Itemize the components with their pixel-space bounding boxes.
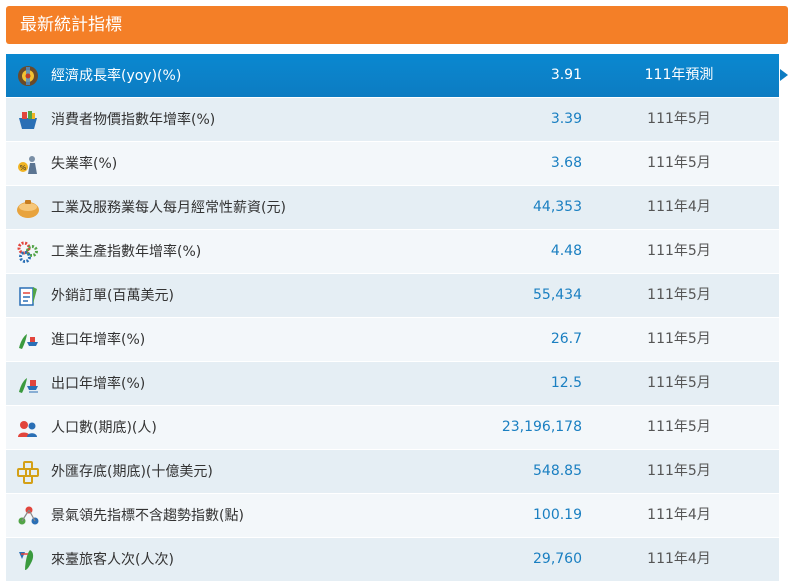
indicator-row-gdp-growth[interactable]: 經濟成長率(yoy)(%) 3.91 111年預測 (6, 54, 788, 98)
indicator-period: 111年5月 (647, 419, 711, 435)
indicator-value: 548.85 (533, 463, 582, 479)
indicator-period: 111年5月 (647, 331, 711, 347)
panel-header: 最新統計指標 (6, 6, 788, 44)
indicator-name: 外匯存底(期底)(十億美元) (51, 464, 213, 480)
indicator-row-unemployment[interactable]: % 失業率(%) 3.68 111年5月 (6, 142, 779, 186)
indicator-row-import-growth[interactable]: 進口年增率(%) 26.7 111年5月 (6, 318, 779, 362)
indicator-period: 111年5月 (647, 155, 711, 171)
shopping-basket-icon (16, 108, 40, 132)
indicator-period: 111年4月 (647, 551, 711, 567)
indicator-row-cpi[interactable]: 消費者物價指數年增率(%) 3.39 111年5月 (6, 98, 779, 142)
indicator-name: 進口年增率(%) (51, 332, 146, 348)
indicator-row-industrial-production[interactable]: 工業生產指數年增率(%) 4.48 111年5月 (6, 230, 779, 274)
indicator-name: 出口年增率(%) (51, 376, 146, 392)
indicator-row-fx-reserves[interactable]: 外匯存底(期底)(十億美元) 548.85 111年5月 (6, 450, 779, 494)
indicator-name: 來臺旅客人次(人次) (51, 552, 174, 568)
indicator-name: 人口數(期底)(人) (51, 420, 157, 436)
indicator-value: 29,760 (533, 551, 582, 567)
indicator-name: 工業及服務業每人每月經常性薪資(元) (51, 200, 286, 216)
indicator-row-wages[interactable]: 工業及服務業每人每月經常性薪資(元) 44,353 111年4月 (6, 186, 779, 230)
population-icon (16, 416, 40, 440)
indicator-value: 12.5 (550, 375, 582, 391)
indicator-period: 111年5月 (647, 243, 711, 259)
indicator-row-visitors[interactable]: 來臺旅客人次(人次) 29,760 111年4月 (6, 538, 779, 582)
import-ship-icon (16, 328, 40, 352)
gears-icon (16, 240, 40, 264)
indicator-name: 工業生產指數年增率(%) (51, 244, 202, 260)
indicator-value: 23,196,178 (501, 419, 582, 435)
indicator-row-population[interactable]: 人口數(期底)(人) 23,196,178 111年5月 (6, 406, 779, 450)
indicator-period: 111年5月 (647, 111, 711, 127)
indicator-row-leading-index[interactable]: 景氣領先指標不含趨勢指數(點) 100.19 111年4月 (6, 494, 779, 538)
indicator-period: 111年4月 (647, 507, 711, 523)
indicator-name: 消費者物價指數年增率(%) (51, 112, 216, 128)
indicator-period: 111年4月 (647, 199, 711, 215)
leading-indicator-icon (16, 504, 40, 528)
indicator-period: 111年5月 (647, 287, 711, 303)
indicator-value: 26.7 (550, 331, 582, 347)
indicator-value: 100.19 (533, 507, 582, 523)
indicator-value: 3.91 (550, 67, 582, 83)
active-arrow-icon (780, 69, 788, 81)
economy-growth-icon (16, 64, 40, 88)
indicator-row-export-orders[interactable]: 外銷訂單(百萬美元) 55,434 111年5月 (6, 274, 779, 318)
visitors-taiwan-icon (16, 548, 40, 572)
indicator-period: 111年5月 (647, 375, 711, 391)
export-ship-icon (16, 372, 40, 396)
indicator-name: 景氣領先指標不含趨勢指數(點) (51, 508, 244, 524)
indicator-value: 55,434 (533, 287, 582, 303)
indicator-period: 111年預測 (644, 67, 714, 83)
indicator-list: 經濟成長率(yoy)(%) 3.91 111年預測 消費者物價指數年增率(%) … (6, 54, 788, 582)
indicator-value: 3.68 (550, 155, 582, 171)
indicator-name: 外銷訂單(百萬美元) (51, 288, 174, 304)
indicator-name: 失業率(%) (51, 156, 118, 172)
indicator-period: 111年5月 (647, 463, 711, 479)
indicator-value: 44,353 (533, 199, 582, 215)
indicator-value: 3.39 (550, 111, 582, 127)
svg-text:%: % (20, 164, 27, 172)
orders-icon (16, 284, 40, 308)
unemployment-icon: % (16, 152, 40, 176)
indicator-row-export-growth[interactable]: 出口年增率(%) 12.5 111年5月 (6, 362, 779, 406)
wallet-icon (16, 196, 40, 220)
fx-reserve-icon (16, 460, 40, 484)
indicator-name: 經濟成長率(yoy)(%) (51, 68, 182, 84)
panel-title: 最新統計指標 (20, 15, 122, 35)
indicator-value: 4.48 (550, 243, 582, 259)
